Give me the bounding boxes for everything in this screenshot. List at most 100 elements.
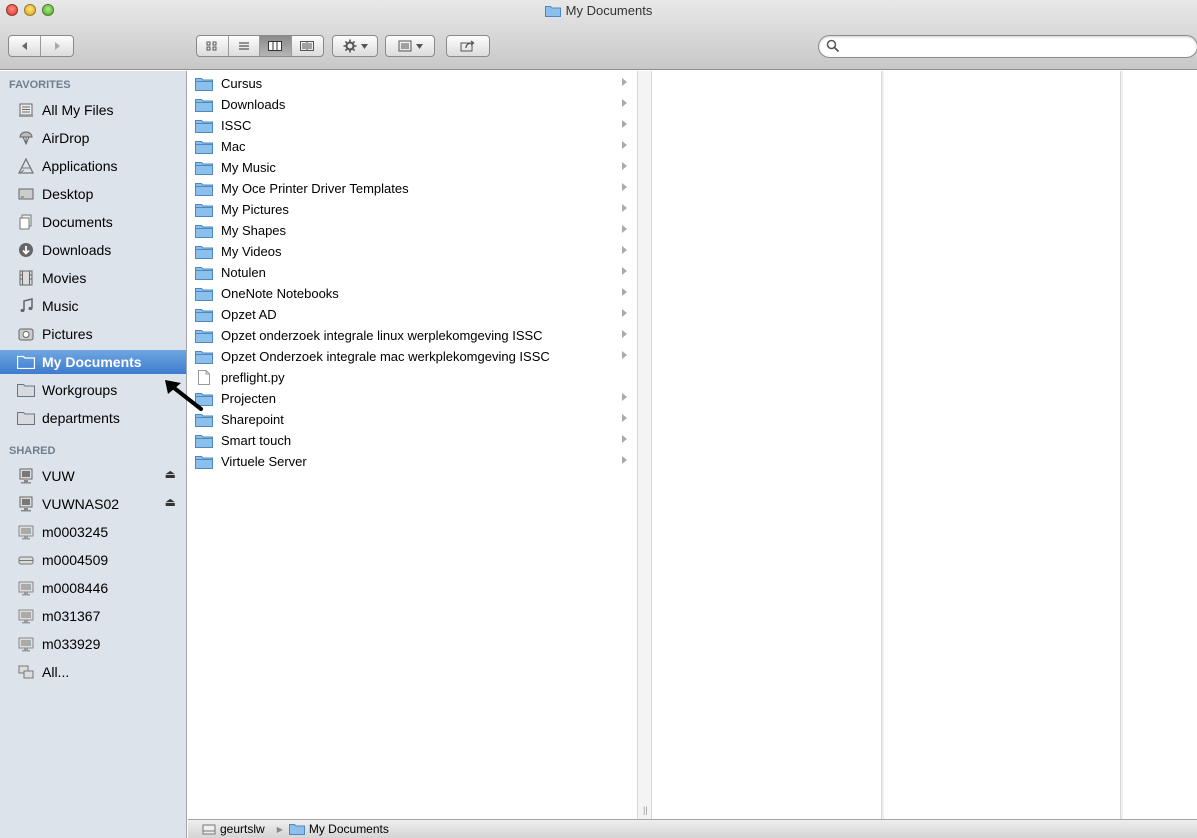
folder-row[interactable]: My Oce Printer Driver Templates [195,178,633,199]
chevron-down-icon [415,43,423,49]
folder-row[interactable]: Smart touch [195,430,633,451]
folder-row[interactable]: Sharepoint [195,409,633,430]
sidebar-item-downloads[interactable]: Downloads [0,238,186,262]
sidebar-item-vuwnas02[interactable]: VUWNAS02 ⏏ [0,492,186,516]
sidebar-item-workgroups[interactable]: Workgroups [0,378,186,402]
item-name: Smart touch [221,433,292,448]
sidebar-item-label: Downloads [42,242,112,258]
folder-row[interactable]: Notulen [195,262,633,283]
file-column: Cursus Downloads ISSC Mac My Music My Oce Pri… [188,71,637,819]
action-menu-content [333,36,377,56]
folder-row[interactable]: My Videos [195,241,633,262]
eject-icon[interactable]: ⏏ [165,495,176,509]
folder-row[interactable]: My Pictures [195,199,633,220]
folder-row[interactable]: Opzet Onderzoek integrale mac werkplekom… [195,346,633,367]
list-view-icon [238,42,249,50]
share-button[interactable] [446,35,490,57]
folder-row[interactable]: Opzet onderzoek integrale linux werpleko… [195,325,633,346]
sidebar-item-m0008446[interactable]: m0008446 [0,576,186,600]
item-name: Opzet Onderzoek integrale mac werkplekom… [221,349,550,364]
computer-icon [17,523,35,541]
sidebar-item-m031367[interactable]: m031367 [0,604,186,628]
sidebar-item-m0004509[interactable]: m0004509 [0,548,186,572]
drive-icon [17,551,35,569]
disclosure-arrow-icon [622,120,627,128]
sidebar-item-my-documents[interactable]: My Documents [0,350,186,374]
search-field[interactable] [818,35,1197,58]
folder-row[interactable]: Virtuele Server [195,451,633,472]
disclosure-arrow-icon [622,141,627,149]
folder-icon [195,350,213,364]
disclosure-arrow-icon [622,393,627,401]
path-item-user[interactable]: geurtslw [202,822,265,836]
disclosure-arrow-icon [622,456,627,464]
icon-view-button[interactable] [197,36,229,56]
column-divider[interactable] [881,71,884,819]
folder-row[interactable]: ISSC [195,115,633,136]
path-folder-label: My Documents [308,822,389,836]
folder-row[interactable]: My Music [195,157,633,178]
share-icon [460,40,475,52]
folder-row[interactable]: OneNote Notebooks [195,283,633,304]
disclosure-arrow-icon [622,309,627,317]
disclosure-arrow-icon [622,183,627,191]
sidebar-item-label: Applications [42,158,118,174]
folder-icon [195,182,213,196]
folder-row[interactable]: Mac [195,136,633,157]
sidebar-item-music[interactable]: Music [0,294,186,318]
sidebar-item-movies[interactable]: Movies [0,266,186,290]
disclosure-arrow-icon [622,246,627,254]
back-icon [21,42,27,50]
disclosure-arrow-icon [622,330,627,338]
coverflow-view-icon [300,41,315,51]
item-name: My Shapes [221,223,287,238]
item-name: Mac [221,139,246,154]
eject-icon[interactable]: ⏏ [165,467,176,481]
column-divider[interactable] [1120,71,1123,819]
sidebar-item-documents[interactable]: Documents [0,210,186,234]
sidebar-item-vuw[interactable]: VUW ⏏ [0,464,186,488]
folder-icon [288,824,305,835]
sidebar-item-applications[interactable]: Applications [0,154,186,178]
sidebar-item-m033929[interactable]: m033929 [0,632,186,656]
arrange-menu-button[interactable] [385,35,435,57]
disclosure-arrow-icon [622,288,627,296]
sidebar-item-m0003245[interactable]: m0003245 [0,520,186,544]
icon-view-icon [206,41,217,51]
folder-row[interactable]: My Shapes [195,220,633,241]
folder-row[interactable]: Downloads [195,94,633,115]
sidebar-item-desktop[interactable]: Desktop [0,182,186,206]
item-name: My Videos [221,244,282,259]
item-name: Opzet AD [221,307,277,322]
item-name: Opzet onderzoek integrale linux werpleko… [221,328,543,343]
window-title: My Documents [0,3,1197,20]
forward-button[interactable] [41,36,73,56]
sidebar-item-airdrop[interactable]: AirDrop [0,126,186,150]
item-name: Sharepoint [221,412,284,427]
sidebar-item-all-my-files[interactable]: All My Files [0,98,186,122]
folder-row[interactable]: Opzet AD [195,304,633,325]
file-row[interactable]: preflight.py [195,367,633,388]
sidebar-item-departments[interactable]: departments [0,406,186,430]
folder-row[interactable]: Cursus [195,73,633,94]
list-view-button[interactable] [229,36,260,56]
sidebar-item-label: m0008446 [42,580,109,596]
column-resize-handle[interactable]: || [637,71,652,819]
column-view-button[interactable] [260,36,292,56]
folder-row[interactable]: Projecten [195,388,633,409]
window-title-text: My Documents [565,3,653,18]
action-menu-button[interactable] [332,35,378,57]
back-forward-group [8,35,74,57]
path-item-folder[interactable]: My Documents [288,822,389,836]
back-button[interactable] [9,36,42,56]
pictures-icon [17,325,35,343]
computer-icon [17,635,35,653]
disclosure-arrow-icon [622,414,627,422]
downloads-icon [17,241,35,259]
coverflow-view-button[interactable] [292,36,323,56]
search-input[interactable] [843,38,1183,55]
sidebar-item-all[interactable]: All... [0,660,186,684]
sidebar-item-label: m031367 [42,608,101,624]
sidebar-item-pictures[interactable]: Pictures [0,322,186,346]
item-name: Notulen [221,265,266,280]
